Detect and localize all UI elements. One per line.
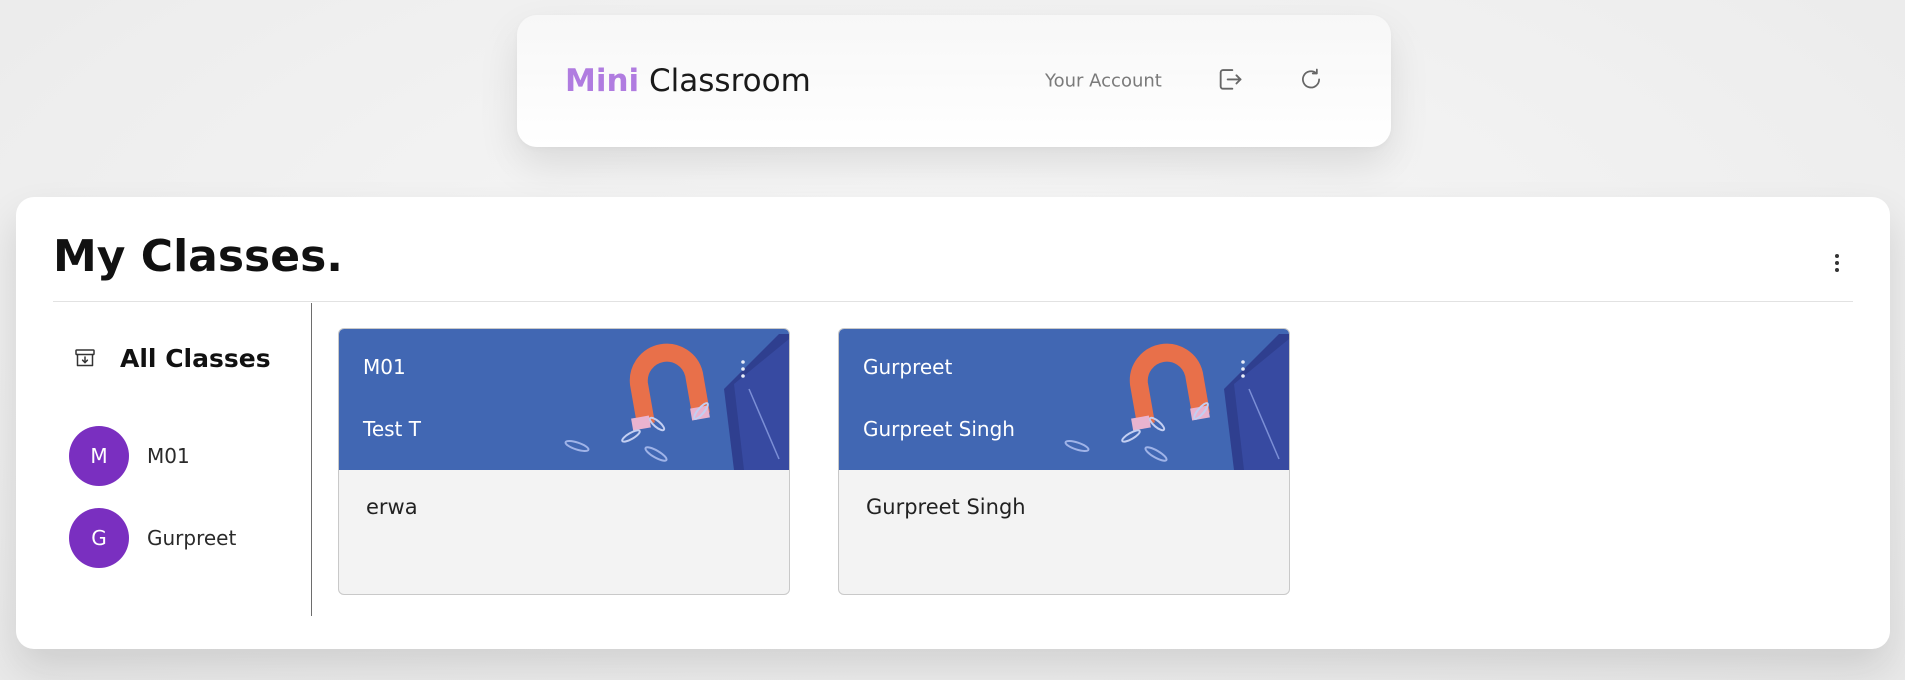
refresh-button[interactable] [1295, 63, 1327, 95]
brand-accent-text: Mini [565, 63, 640, 99]
sidebar-divider [311, 303, 312, 616]
class-card-teacher: Gurpreet Singh [863, 417, 1015, 441]
logout-button[interactable] [1214, 63, 1246, 95]
sidebar-item-all-classes[interactable]: All Classes [74, 343, 271, 373]
sidebar-item-label: M01 [147, 443, 190, 468]
sidebar-item-gurpreet[interactable]: G Gurpreet [69, 507, 236, 568]
sidebar-item-label: Gurpreet [147, 525, 237, 550]
class-card-title: M01 [363, 355, 406, 379]
panel-menu-button[interactable] [1830, 252, 1844, 274]
more-vertical-icon [1241, 360, 1245, 378]
brand-name-text: Classroom [649, 63, 811, 99]
class-card-title: Gurpreet [863, 355, 953, 379]
avatar: G [69, 507, 129, 568]
sidebar-item-m01[interactable]: M M01 [69, 425, 190, 486]
class-card-menu-button[interactable] [1237, 359, 1249, 379]
avatar: M [69, 425, 129, 486]
class-card-teacher: Test T [363, 417, 421, 441]
class-card[interactable]: Gurpreet Gurpreet Singh Gurpreet Singh [838, 328, 1290, 595]
more-vertical-icon [1835, 254, 1839, 272]
class-card-banner: M01 Test T [339, 329, 789, 470]
class-card[interactable]: M01 Test T erwa [338, 328, 790, 595]
class-card-banner: Gurpreet Gurpreet Singh [839, 329, 1289, 470]
sidebar-all-classes-label: All Classes [120, 343, 271, 373]
top-navbar: Mini Classroom Your Account [517, 15, 1391, 147]
archive-icon [74, 347, 96, 369]
page-title: My Classes. [53, 231, 343, 282]
header-divider [53, 301, 1853, 302]
more-vertical-icon [741, 360, 745, 378]
magnet-illustration [1064, 334, 1289, 470]
your-account-link[interactable]: Your Account [1045, 71, 1162, 92]
refresh-icon [1302, 68, 1320, 89]
class-card-description: Gurpreet Singh [866, 495, 1026, 519]
app-logo[interactable]: Mini Classroom [565, 63, 811, 99]
logout-icon [1219, 69, 1242, 90]
classes-panel: My Classes. All Classes M M01 G Gurpreet [16, 197, 1890, 649]
class-card-description: erwa [366, 495, 418, 519]
class-card-menu-button[interactable] [737, 359, 749, 379]
magnet-illustration [564, 334, 789, 470]
